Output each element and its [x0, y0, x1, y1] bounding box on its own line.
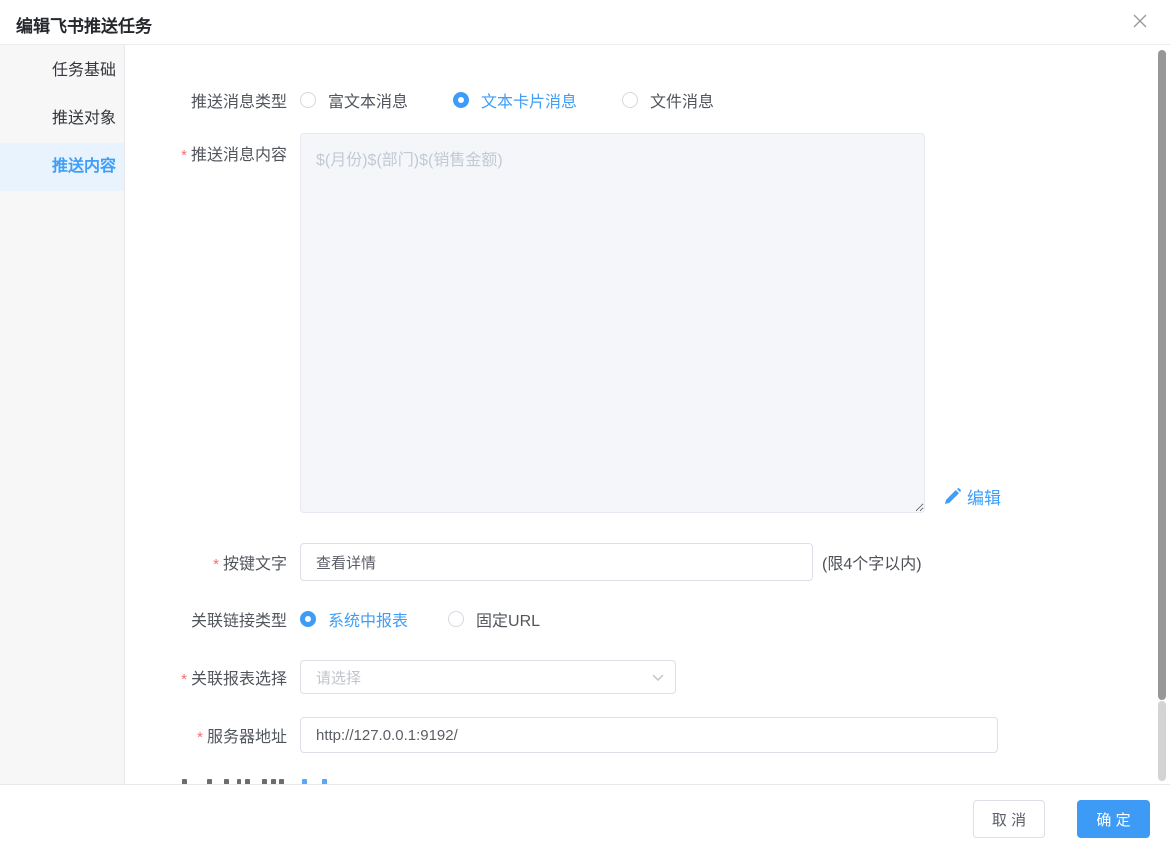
sidebar-item-task-basics[interactable]: 任务基础	[0, 47, 124, 95]
message-type-radio-group: 富文本消息 文本卡片消息 文件消息	[300, 88, 714, 112]
sidebar-item-push-target[interactable]: 推送对象	[0, 95, 124, 143]
sidebar-tabs: 任务基础 推送对象 推送内容	[0, 45, 125, 784]
scrollbar-track[interactable]	[1158, 701, 1166, 781]
radio-rich-text-message[interactable]: 富文本消息	[300, 88, 408, 112]
radio-label: 富文本消息	[328, 88, 408, 112]
button-text-label: 按键文字	[125, 550, 287, 574]
radio-selected-icon	[453, 92, 469, 108]
radio-system-report[interactable]: 系统中报表	[300, 607, 408, 631]
message-type-label: 推送消息类型	[125, 88, 287, 112]
button-text-hint: (限4个字以内)	[822, 550, 922, 574]
report-select-label: 关联报表选择	[125, 665, 287, 689]
server-address-row: 服务器地址	[125, 717, 1170, 753]
pencil-icon	[944, 488, 961, 505]
confirm-button[interactable]: 确 定	[1077, 800, 1150, 838]
dialog-header: 编辑飞书推送任务	[0, 0, 1170, 45]
link-type-radio-group: 系统中报表 固定URL	[300, 607, 580, 631]
dialog-title: 编辑飞书推送任务	[16, 12, 152, 37]
radio-selected-icon	[300, 611, 316, 627]
edit-feishu-push-task-dialog: 编辑飞书推送任务 任务基础 推送对象 推送内容 推送消息类型 富文本消息	[0, 0, 1170, 854]
server-address-input[interactable]	[300, 717, 998, 753]
vertical-scrollbar[interactable]	[1158, 50, 1166, 780]
clipped-form-row	[125, 779, 1170, 784]
button-text-input[interactable]	[300, 543, 813, 581]
radio-circle-icon	[448, 611, 464, 627]
radio-file-message[interactable]: 文件消息	[622, 88, 714, 112]
radio-circle-icon	[622, 92, 638, 108]
report-select-row: 关联报表选择 请选择	[125, 660, 1170, 694]
link-type-label: 关联链接类型	[125, 607, 287, 631]
server-address-label: 服务器地址	[125, 723, 287, 747]
radio-label: 固定URL	[476, 607, 540, 631]
link-type-row: 关联链接类型 系统中报表 固定URL	[125, 607, 1170, 631]
radio-text-card-message[interactable]: 文本卡片消息	[453, 88, 577, 112]
radio-label: 系统中报表	[328, 607, 408, 631]
chevron-down-icon	[651, 671, 665, 690]
dialog-body: 任务基础 推送对象 推送内容 推送消息类型 富文本消息 文本卡片消息	[0, 45, 1170, 784]
close-icon[interactable]	[1130, 13, 1150, 33]
radio-label: 文本卡片消息	[481, 88, 577, 112]
dialog-footer: 取 消 确 定	[0, 784, 1170, 853]
message-type-row: 推送消息类型 富文本消息 文本卡片消息 文件消息	[125, 88, 1170, 112]
button-text-row: 按键文字 (限4个字以内)	[125, 543, 1170, 581]
scrollbar-thumb[interactable]	[1158, 50, 1166, 700]
radio-label: 文件消息	[650, 88, 714, 112]
sidebar-item-push-content[interactable]: 推送内容	[0, 143, 124, 191]
report-select-placeholder: 请选择	[316, 667, 361, 688]
edit-content-link[interactable]: 编辑	[944, 484, 1001, 509]
report-select-dropdown[interactable]: 请选择	[300, 660, 676, 694]
edit-link-label: 编辑	[967, 484, 1001, 509]
message-content-label: 推送消息内容	[125, 141, 287, 165]
message-content-row: 推送消息内容 编辑	[125, 133, 1170, 513]
push-content-form: 推送消息类型 富文本消息 文本卡片消息 文件消息	[125, 45, 1170, 784]
message-content-textarea[interactable]	[300, 133, 925, 513]
radio-fixed-url[interactable]: 固定URL	[448, 607, 540, 631]
radio-circle-icon	[300, 92, 316, 108]
cancel-button[interactable]: 取 消	[973, 800, 1045, 838]
